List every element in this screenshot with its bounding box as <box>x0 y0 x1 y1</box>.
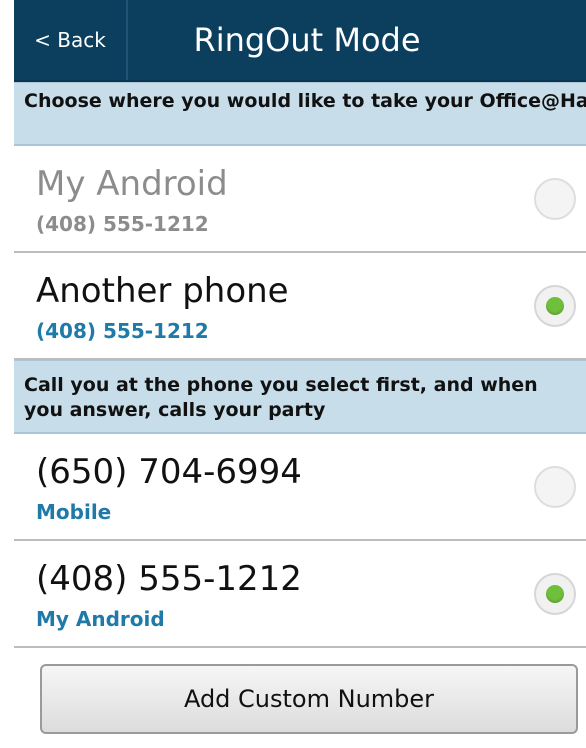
phone-option-my-android[interactable]: (408) 555-1212 My Android <box>14 541 586 648</box>
radio-checked-dot-icon <box>546 585 564 603</box>
section-header-location: Choose where you would like to take your… <box>14 82 586 146</box>
section-header-callfirst: Call you at the phone you select first, … <box>14 360 586 434</box>
page-title: RingOut Mode <box>193 21 421 59</box>
location-option-name: My Android <box>36 164 228 204</box>
location-option-number: (408) 555-1212 <box>36 319 209 343</box>
radio-checked-dot-icon <box>546 297 564 315</box>
phone-option-label: My Android <box>36 607 165 631</box>
location-option-number: (408) 555-1212 <box>36 212 209 236</box>
radio-button-checked[interactable] <box>534 573 576 615</box>
location-option-another-phone[interactable]: Another phone (408) 555-1212 <box>14 253 586 360</box>
ringout-mode-screen: < Back RingOut Mode Choose where you wou… <box>14 0 586 748</box>
radio-button-unchecked[interactable] <box>534 466 576 508</box>
phone-option-label: Mobile <box>36 500 112 524</box>
phone-option-number: (408) 555-1212 <box>36 559 302 599</box>
back-button[interactable]: < Back <box>14 0 126 80</box>
phone-option-number: (650) 704-6994 <box>36 452 302 492</box>
section-header-location-text: Choose where you would like to take your… <box>24 90 586 112</box>
location-option-my-android[interactable]: My Android (408) 555-1212 <box>14 146 586 253</box>
radio-button-unchecked[interactable] <box>534 178 576 220</box>
add-custom-number-button[interactable]: Add Custom Number <box>40 664 578 734</box>
app-header: < Back RingOut Mode <box>14 0 586 82</box>
radio-button-checked[interactable] <box>534 285 576 327</box>
section-header-callfirst-text: Call you at the phone you select first, … <box>24 374 538 421</box>
phone-option-mobile[interactable]: (650) 704-6994 Mobile <box>14 434 586 541</box>
location-option-name: Another phone <box>36 271 289 311</box>
